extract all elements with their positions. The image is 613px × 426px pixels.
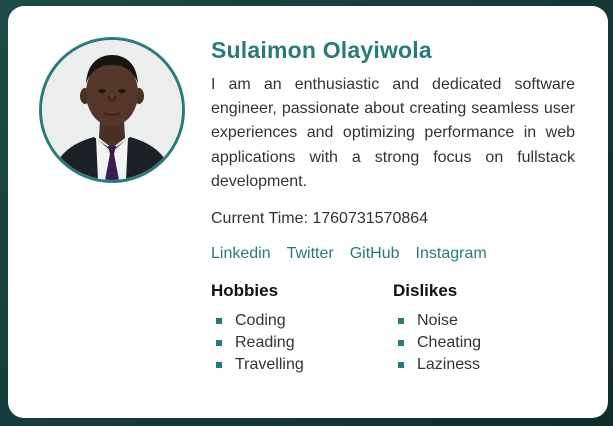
- hobby-label: Coding: [235, 312, 286, 330]
- profile-photo-icon: [42, 40, 182, 180]
- hobbies-section: Hobbies Coding Reading Travelling: [211, 281, 393, 376]
- bullet-icon: [216, 340, 222, 347]
- twitter-link[interactable]: Twitter: [287, 244, 334, 264]
- dislikes-list: Noise Cheating Laziness: [393, 310, 575, 376]
- profile-bio: I am an enthusiastic and dedicated softw…: [211, 76, 575, 190]
- profile-card: Sulaimon Olayiwola I am an enthusiastic …: [8, 6, 608, 418]
- dislike-label: Laziness: [417, 356, 481, 374]
- dislikes-section: Dislikes Noise Cheating Laziness: [393, 281, 575, 376]
- hobby-label: Reading: [235, 334, 295, 352]
- current-time: Current Time: 1760731570864: [211, 210, 429, 228]
- bullet-icon: [398, 340, 404, 347]
- list-item: Laziness: [393, 354, 575, 376]
- dislike-label: Cheating: [417, 334, 482, 352]
- bullet-icon: [398, 318, 404, 325]
- profile-info: Sulaimon Olayiwola I am an enthusiastic …: [211, 36, 575, 376]
- bullet-icon: [398, 362, 404, 369]
- dislikes-title: Dislikes: [393, 281, 458, 301]
- dislike-label: Noise: [417, 312, 458, 330]
- hobbies-dislikes: Hobbies Coding Reading Travelling Dislik…: [211, 281, 575, 376]
- linkedin-link[interactable]: Linkedin: [211, 244, 271, 264]
- list-item: Cheating: [393, 332, 575, 354]
- profile-name: Sulaimon Olayiwola: [211, 37, 432, 63]
- avatar: [39, 37, 185, 183]
- social-links: Linkedin Twitter GitHub Instagram: [211, 244, 575, 264]
- hobbies-title: Hobbies: [211, 281, 279, 301]
- hobby-label: Travelling: [235, 356, 304, 374]
- list-item: Travelling: [211, 354, 393, 376]
- list-item: Noise: [393, 310, 575, 332]
- bullet-icon: [216, 318, 222, 325]
- list-item: Reading: [211, 332, 393, 354]
- bullet-icon: [216, 362, 222, 369]
- hobbies-list: Coding Reading Travelling: [211, 310, 393, 376]
- instagram-link[interactable]: Instagram: [416, 244, 487, 264]
- list-item: Coding: [211, 310, 393, 332]
- github-link[interactable]: GitHub: [350, 244, 400, 264]
